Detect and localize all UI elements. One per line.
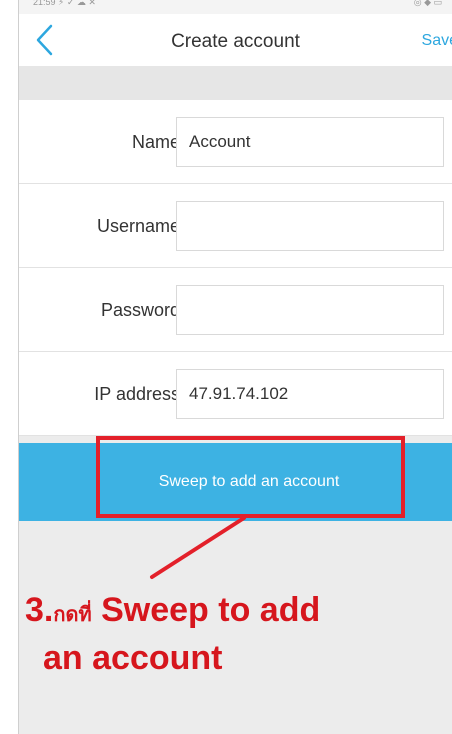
left-margin [0,0,18,734]
instruction-annotation: 3.กดที่ Sweep to add an account [25,590,445,681]
page-title: Create account [171,31,300,52]
annotation-line-2: an account [43,639,223,677]
password-field[interactable] [176,285,444,335]
annotation-line-1: 3.กดที่ Sweep to add [25,590,445,635]
annotation-thai: กดที่ [53,604,92,626]
save-button[interactable]: Save [422,32,452,50]
section-divider [19,66,452,100]
status-bar: 21:59 ⚡ ✓ ☁ ✕ ◎ ◆ ▭ [19,0,452,14]
nav-bar: Create account Save [19,14,452,66]
annotation-step: 3. [25,591,54,629]
status-left: 21:59 ⚡ ✓ ☁ ✕ [33,0,96,7]
ip-address-field[interactable] [176,369,444,419]
annotation-text-1: Sweep to add [101,591,321,629]
highlight-box [96,436,405,518]
account-form: Name : Username : Password : IP address … [19,100,452,436]
form-row-ip: IP address : [19,352,452,436]
status-right: ◎ ◆ ▭ [413,0,442,7]
username-field[interactable] [176,201,444,251]
name-field[interactable] [176,117,444,167]
form-row-username: Username : [19,184,452,268]
form-row-name: Name : [19,100,452,184]
form-row-password: Password : [19,268,452,352]
